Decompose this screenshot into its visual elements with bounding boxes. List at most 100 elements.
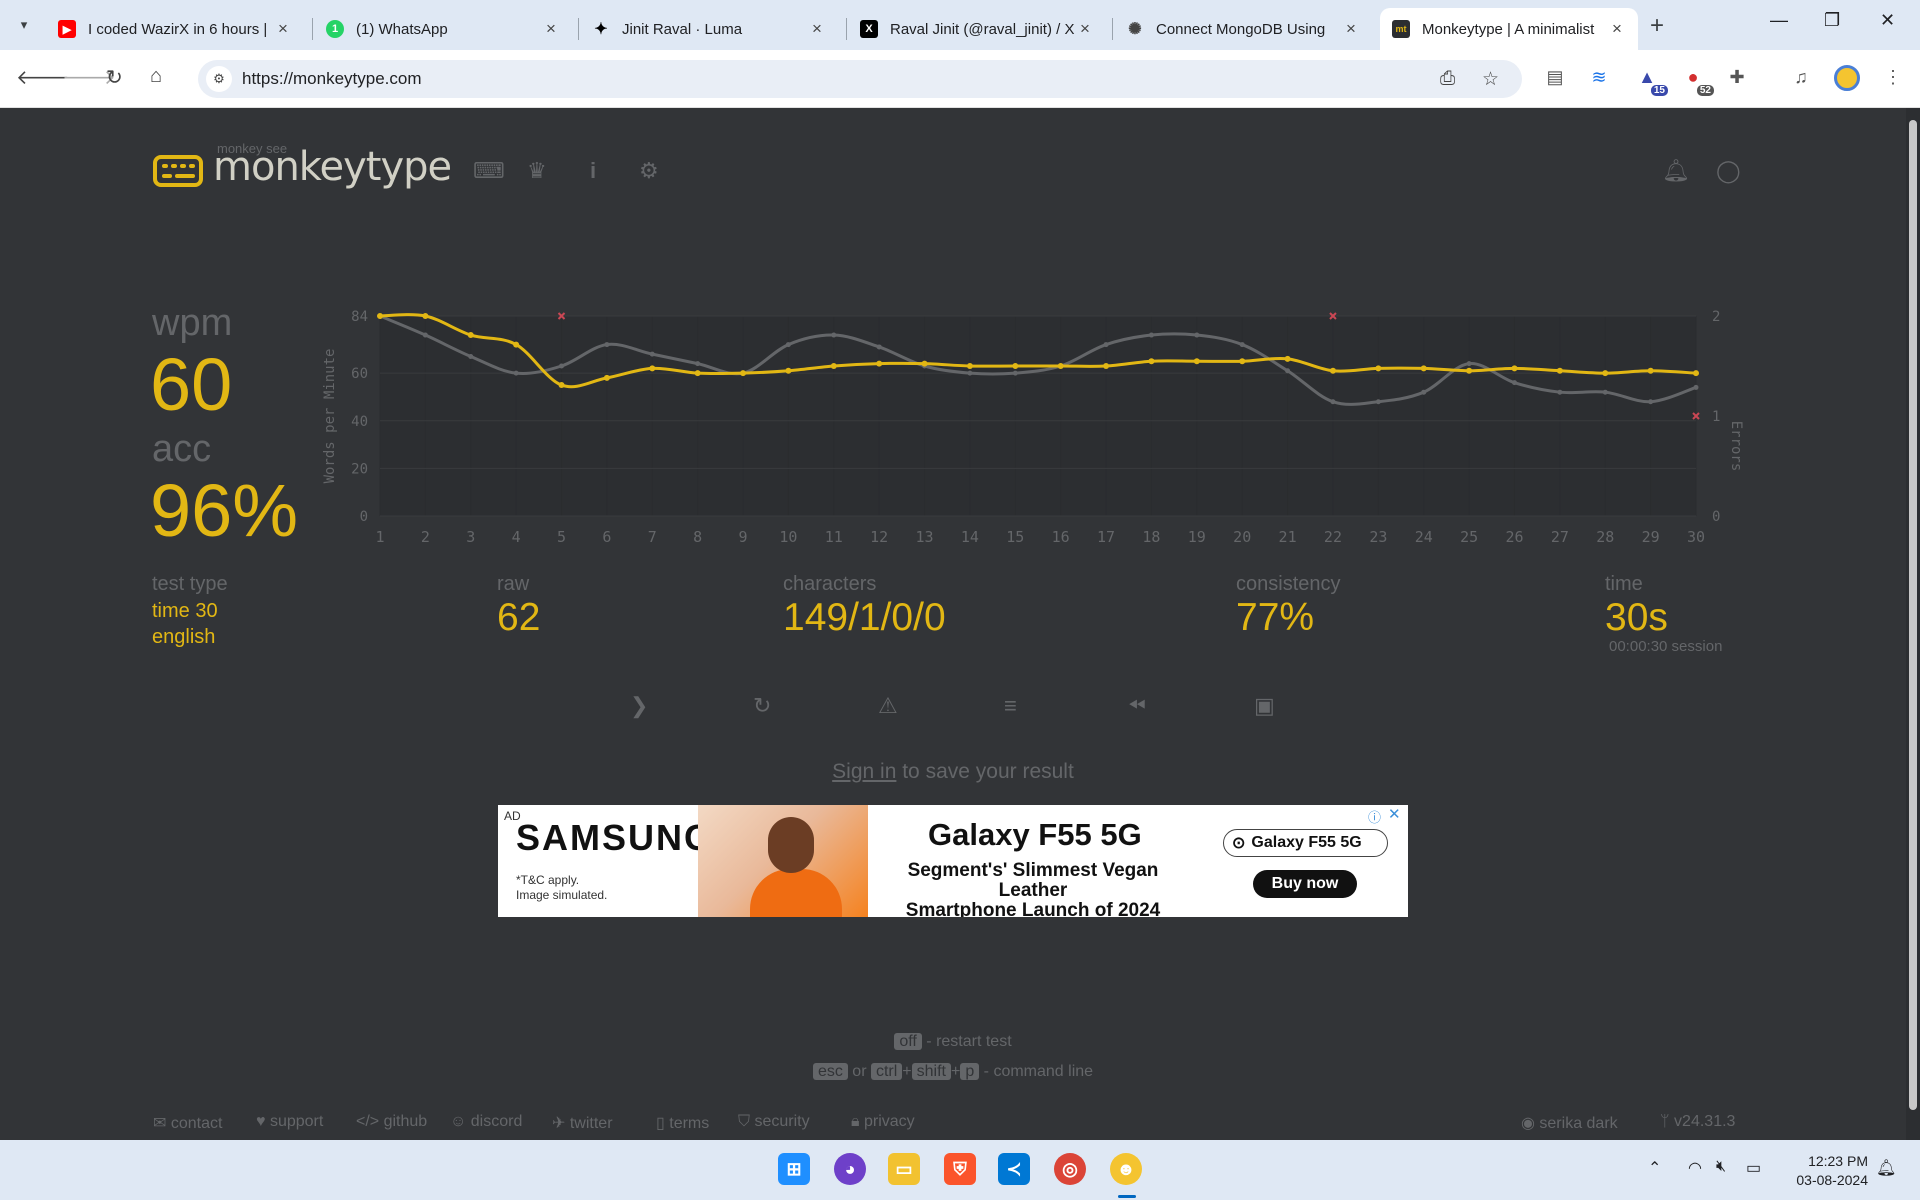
battery-icon[interactable]: ▭ — [1746, 1158, 1761, 1178]
user-icon[interactable]: ◯ — [1716, 158, 1741, 184]
system-clock[interactable]: 12:23 PM 03-08-2024 — [1776, 1152, 1868, 1190]
tab-whatsapp[interactable]: 1 (1) WhatsApp × — [314, 8, 572, 50]
windows-start-icon[interactable]: ⊞ — [778, 1153, 810, 1185]
close-icon[interactable]: × — [1076, 19, 1094, 39]
install-app-icon[interactable]: ⎙ — [1440, 68, 1455, 90]
warning-icon[interactable]: ⚠ — [878, 693, 898, 719]
footer-contact[interactable]: ✉ contact — [153, 1113, 222, 1133]
footer-support[interactable]: ♥ support — [256, 1113, 323, 1131]
profile-avatar[interactable] — [1834, 65, 1860, 91]
raw-point — [1330, 399, 1336, 405]
replay-icon[interactable]: ⏪︎ — [1128, 693, 1146, 719]
home-button[interactable]: ⌂ — [150, 65, 162, 88]
x-tick-label: 6 — [602, 528, 611, 546]
ad-buy-button[interactable]: Buy now — [1253, 870, 1357, 898]
x-tick-label: 3 — [466, 528, 475, 546]
url-text[interactable]: https://monkeytype.com — [242, 69, 422, 89]
info-icon[interactable]: i — [590, 158, 596, 184]
scrollbar[interactable] — [1906, 108, 1920, 1140]
close-icon[interactable]: × — [1342, 19, 1360, 39]
crown-icon[interactable]: ♛ — [527, 158, 547, 184]
tab-youtube[interactable]: ▶ I coded WazirX in 6 hours | × — [46, 8, 304, 50]
tab-search-button[interactable]: ▾ — [10, 12, 38, 38]
y2-tick-label: 1 — [1712, 409, 1720, 425]
github-desktop-icon[interactable]: ◕ — [834, 1153, 866, 1185]
words-history-icon[interactable]: ≡ — [1004, 693, 1017, 719]
wpm-point — [1466, 367, 1473, 374]
tab-chatgpt[interactable]: ✺ Connect MongoDB Using × — [1114, 8, 1372, 50]
extension-d-icon[interactable]: ● 52 — [1680, 64, 1714, 96]
y-tick-label: 0 — [360, 509, 368, 525]
hint-or: or — [847, 1063, 871, 1080]
samsung-ad[interactable]: AD SAMSUNG *T&C apply. Image simulated. … — [498, 805, 1408, 917]
y2-axis-label: Errors — [1728, 421, 1744, 472]
ad-search-pill[interactable]: ⊙ Galaxy F55 5G — [1223, 829, 1388, 857]
media-control-icon[interactable]: ♫ — [1788, 64, 1814, 90]
logo-text[interactable]: monkeytype — [213, 144, 452, 190]
bookmark-star-icon[interactable]: ☆ — [1482, 68, 1499, 91]
reload-button[interactable]: ↻ — [106, 65, 123, 90]
tab-title: (1) WhatsApp — [356, 20, 448, 38]
footer-terms[interactable]: ▯ terms — [656, 1113, 709, 1133]
wpm-point — [876, 360, 883, 367]
x-tick-label: 24 — [1415, 528, 1433, 546]
footer-version[interactable]: ᛘ v24.31.3 — [1660, 1113, 1735, 1131]
footer-discord[interactable]: ☺ discord — [450, 1113, 522, 1131]
extension-b-icon[interactable]: ≋ — [1586, 64, 1612, 90]
x-tick-label: 17 — [1097, 528, 1115, 546]
extension-c-icon[interactable]: ▲ 15 — [1634, 64, 1668, 96]
tab-monkeytype[interactable]: mt Monkeytype | A minimalist × — [1380, 8, 1638, 50]
restore-button[interactable]: ❐ — [1824, 10, 1840, 31]
signin-prompt: Sign in to save your result — [0, 760, 1906, 784]
ad-photo — [698, 805, 868, 917]
keyboard-icon[interactable]: ⌨ — [473, 158, 505, 184]
y2-tick-label: 2 — [1712, 309, 1720, 325]
puzzle-icon[interactable]: ✚ — [1724, 64, 1750, 90]
restart-icon[interactable]: ↻ — [753, 693, 771, 719]
new-tab-button[interactable]: + — [1650, 12, 1664, 40]
site-info-icon[interactable]: ⚙ — [206, 66, 232, 92]
sign-in-link[interactable]: Sign in — [832, 760, 896, 783]
test-type-label: test type — [152, 573, 228, 595]
footer-twitter[interactable]: ✈ twitter — [552, 1113, 613, 1133]
browser-menu-icon[interactable]: ⋮ — [1880, 64, 1906, 90]
hint-plus: + — [902, 1063, 912, 1080]
wifi-icon[interactable]: ◠ — [1688, 1158, 1702, 1178]
next-test-icon[interactable]: ❯ — [630, 693, 648, 719]
close-icon[interactable]: × — [808, 19, 826, 39]
mute-icon[interactable]: 🔇︎ — [1716, 1158, 1726, 1176]
bell-icon[interactable]: 🔔︎ — [1662, 158, 1690, 184]
time-label: time — [1605, 573, 1643, 595]
ad-close-icon[interactable]: ✕ — [1388, 805, 1401, 823]
footer-security[interactable]: ⛉ security — [738, 1113, 810, 1131]
chrome-icon[interactable]: ◎ — [1054, 1153, 1086, 1185]
footer-theme[interactable]: ◉ serika dark — [1521, 1113, 1618, 1133]
chevron-up-icon[interactable]: ⌃ — [1648, 1158, 1661, 1178]
close-icon[interactable]: × — [542, 19, 560, 39]
footer-privacy[interactable]: 🔒︎ privacy — [851, 1113, 915, 1131]
chrome-profile-icon[interactable]: ☻ — [1110, 1153, 1142, 1185]
gear-icon[interactable]: ⚙ — [639, 158, 659, 184]
extension-badge: 15 — [1650, 85, 1668, 96]
raw-point — [513, 370, 519, 376]
x-tick-label: 28 — [1596, 528, 1614, 546]
tab-x[interactable]: X Raval Jinit (@raval_jinit) / X × — [848, 8, 1106, 50]
close-icon[interactable]: × — [1608, 19, 1626, 39]
footer-github[interactable]: </> github — [356, 1113, 427, 1131]
minimize-button[interactable]: — — [1770, 10, 1788, 31]
notification-bell-icon[interactable]: 🔔︎ — [1876, 1158, 1896, 1178]
screenshot-icon[interactable]: ▣ — [1254, 693, 1275, 719]
vscode-icon[interactable]: ≺ — [998, 1153, 1030, 1185]
ad-info-icon[interactable]: ⓘ — [1368, 807, 1381, 826]
file-explorer-icon[interactable]: ▭ — [888, 1153, 920, 1185]
close-icon[interactable]: × — [274, 19, 292, 39]
scrollbar-thumb[interactable] — [1909, 120, 1917, 1110]
monkeytype-logo-icon[interactable] — [153, 155, 203, 187]
brave-icon[interactable]: ⛨ — [944, 1153, 976, 1185]
footer-terms-label: terms — [669, 1115, 710, 1132]
tab-luma[interactable]: ✦ Jinit Raval · Luma × — [580, 8, 838, 50]
extension-a-icon[interactable]: ▤ — [1542, 64, 1568, 90]
close-window-button[interactable]: ✕ — [1880, 10, 1895, 31]
wpm-point — [1375, 365, 1382, 372]
address-bar[interactable]: ⚙ https://monkeytype.com ⎙ ☆ — [198, 60, 1522, 98]
